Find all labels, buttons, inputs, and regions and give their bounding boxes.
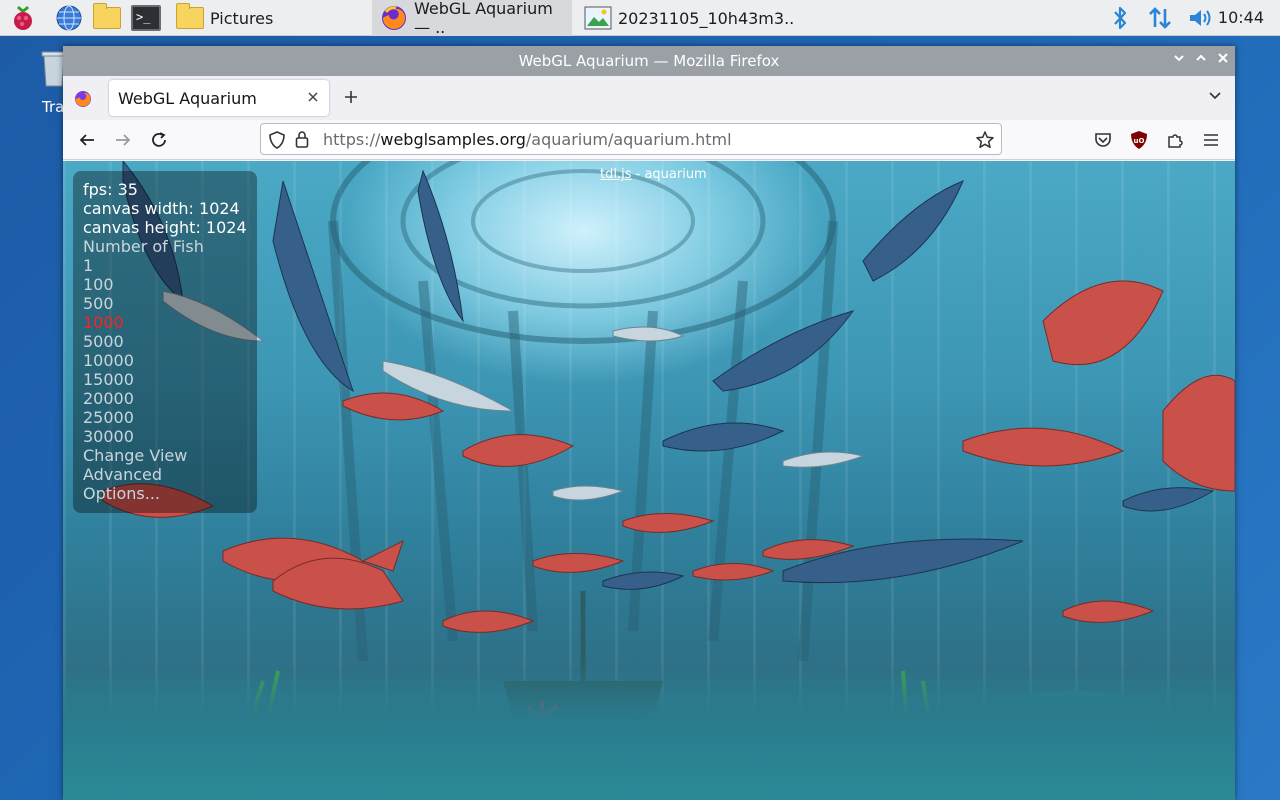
url-prefix: https://: [323, 130, 381, 149]
fish-option-1000-selected[interactable]: 1000: [83, 313, 257, 332]
tab-title: WebGL Aquarium: [118, 88, 257, 108]
taskbar-item-label: Pictures: [210, 8, 274, 28]
navigation-toolbar: https://webglsamples.org/aquarium/aquari…: [63, 120, 1235, 160]
page-header: tdl.js - aquarium: [600, 167, 707, 182]
clock: 10:44: [1217, 8, 1264, 27]
taskbar-item-image-viewer[interactable]: 20231105_10h43m3..: [576, 0, 794, 36]
padlock-icon[interactable]: [295, 130, 309, 152]
forward-arrow-icon[interactable]: [111, 128, 135, 152]
maximize-icon[interactable]: [1195, 46, 1207, 76]
number-of-fish-heading: Number of Fish: [83, 237, 204, 256]
fish-option-5000[interactable]: 5000: [83, 332, 257, 351]
window-title: WebGL Aquarium — Mozilla Firefox: [518, 52, 780, 70]
fish-option-25000[interactable]: 25000: [83, 408, 257, 427]
url-path: /aquarium/aquarium.html: [525, 130, 732, 149]
url-text: https://webglsamples.org/aquarium/aquari…: [323, 130, 732, 149]
taskbar: >_ Pictures WebGL Aquarium — .. 20231105…: [0, 0, 1280, 37]
web-browser-globe-icon[interactable]: [52, 3, 86, 33]
new-tab-plus-icon[interactable]: [343, 86, 359, 110]
list-all-tabs-chevron-icon[interactable]: [1207, 88, 1223, 108]
bluetooth-icon[interactable]: [1108, 3, 1132, 33]
firefox-view-icon[interactable]: [74, 90, 92, 112]
network-arrows-icon[interactable]: [1146, 3, 1174, 33]
trash-label: Tra: [42, 98, 65, 116]
tab-strip: WebGL Aquarium: [63, 76, 1235, 120]
taskbar-item-label: 20231105_10h43m3..: [618, 8, 795, 28]
tab-close-icon[interactable]: [307, 88, 319, 107]
tracking-protection-shield-icon[interactable]: [269, 131, 285, 153]
extensions-puzzle-icon[interactable]: [1163, 128, 1187, 152]
raspberry-menu-icon[interactable]: [6, 3, 40, 33]
pocket-icon[interactable]: [1091, 128, 1115, 152]
fps-readout: fps: 35: [83, 180, 138, 199]
taskbar-item-pictures[interactable]: Pictures: [168, 0, 368, 36]
file-manager-folder-icon[interactable]: [90, 3, 124, 33]
url-bar[interactable]: https://webglsamples.org/aquarium/aquari…: [260, 123, 1002, 155]
settings-overlay-panel: fps: 35 canvas width: 1024 canvas height…: [73, 171, 257, 513]
volume-icon[interactable]: [1186, 3, 1216, 33]
taskbar-item-label: WebGL Aquarium — ..: [414, 0, 553, 37]
folder-icon: [176, 3, 204, 29]
canvas-width-readout: canvas width: 1024: [83, 199, 240, 218]
tab-webgl-aquarium[interactable]: WebGL Aquarium: [109, 80, 329, 116]
fish-option-500[interactable]: 500: [83, 294, 257, 313]
advanced-link[interactable]: Advanced: [83, 465, 257, 484]
taskbar-item-firefox[interactable]: WebGL Aquarium — ..: [372, 0, 572, 37]
aquarium-canvas[interactable]: tdl.js - aquarium fps: 35 canvas width: …: [63, 161, 1235, 800]
window-titlebar[interactable]: WebGL Aquarium — Mozilla Firefox: [63, 46, 1235, 76]
fish-option-10000[interactable]: 10000: [83, 351, 257, 370]
sea-floor: [63, 660, 1235, 800]
back-arrow-icon[interactable]: [75, 128, 99, 152]
terminal-icon[interactable]: >_: [128, 3, 164, 33]
fish-option-100[interactable]: 100: [83, 275, 257, 294]
fish-option-20000[interactable]: 20000: [83, 389, 257, 408]
change-view-link[interactable]: Change View: [83, 446, 257, 465]
reload-icon[interactable]: [147, 128, 171, 152]
ublock-origin-icon[interactable]: uO: [1127, 128, 1151, 152]
bookmark-star-icon[interactable]: [975, 130, 995, 154]
page-header-text: - aquarium: [631, 167, 707, 182]
firefox-icon: [380, 4, 408, 32]
url-domain: webglsamples.org: [380, 130, 526, 149]
canvas-height-readout: canvas height: 1024: [83, 218, 247, 237]
hamburger-menu-icon[interactable]: [1199, 128, 1223, 152]
firefox-window: WebGL Aquarium — Mozilla Firefox WebGL A…: [63, 46, 1235, 800]
fish-option-30000[interactable]: 30000: [83, 427, 257, 446]
fish-option-1[interactable]: 1: [83, 256, 257, 275]
svg-text:uO: uO: [1134, 137, 1145, 145]
minimize-icon[interactable]: [1173, 46, 1185, 76]
fish-option-15000[interactable]: 15000: [83, 370, 257, 389]
tdl-link[interactable]: tdl.js: [600, 167, 631, 182]
close-window-icon[interactable]: [1217, 46, 1229, 76]
image-viewer-icon: [584, 6, 612, 30]
options-link[interactable]: Options...: [83, 484, 257, 503]
